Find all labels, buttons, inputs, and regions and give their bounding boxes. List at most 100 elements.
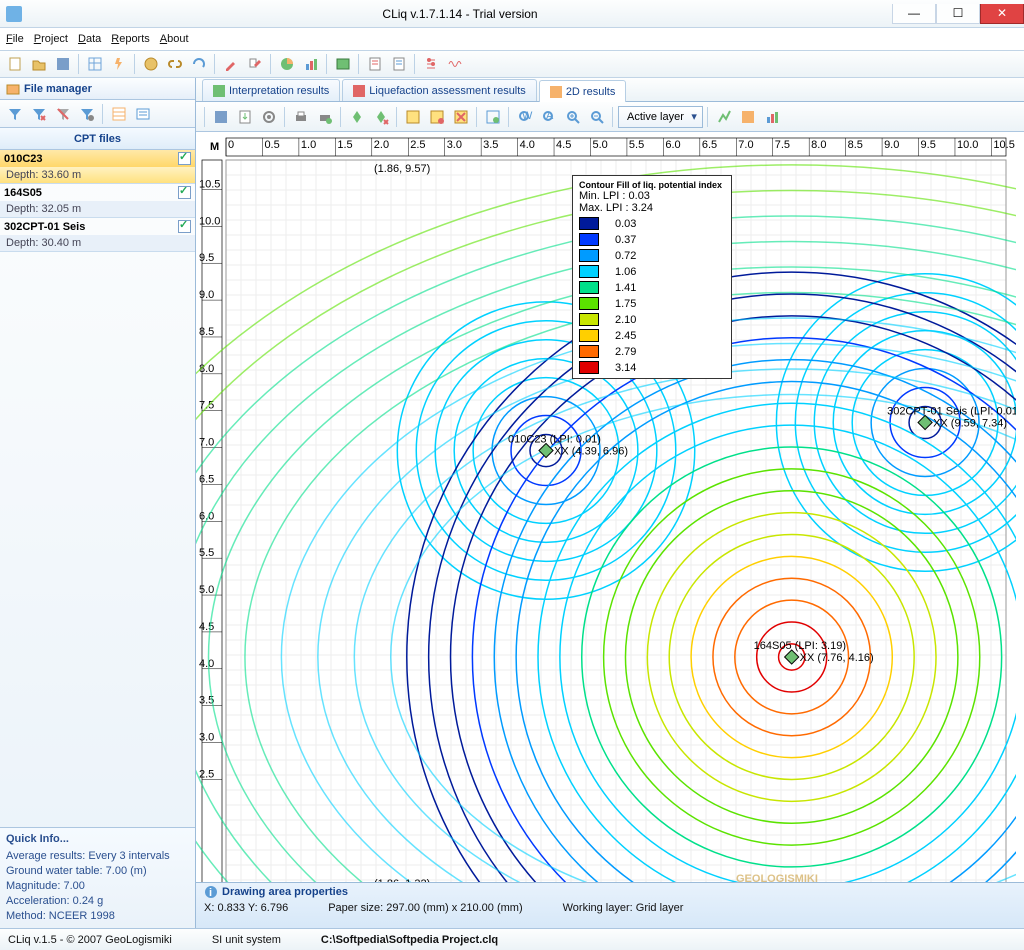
svg-text:302CPT-01 Seis (LPI: 0.01): 302CPT-01 Seis (LPI: 0.01) bbox=[887, 406, 1016, 418]
active-layer-dropdown[interactable]: Active layer bbox=[618, 106, 703, 128]
add-green-icon[interactable] bbox=[346, 106, 368, 128]
minimize-button[interactable]: — bbox=[892, 4, 936, 24]
table-icon[interactable] bbox=[108, 103, 130, 125]
cpt-file-list: 010C23 Depth: 33.60 m 164S05 Depth: 32.0… bbox=[0, 150, 195, 827]
legend-min: Min. LPI : 0.03 bbox=[579, 190, 725, 202]
filter1-icon[interactable] bbox=[4, 103, 26, 125]
svg-text:(1.86, 9.57): (1.86, 9.57) bbox=[374, 163, 430, 175]
results-pane: Interpretation results Liquefaction asse… bbox=[196, 78, 1024, 928]
tab-2d-results[interactable]: 2D results bbox=[539, 80, 627, 102]
list-icon[interactable] bbox=[132, 103, 154, 125]
results-tabs: Interpretation results Liquefaction asse… bbox=[196, 78, 1024, 102]
menu-project[interactable]: Project bbox=[34, 33, 68, 45]
svg-text:10.5: 10.5 bbox=[993, 139, 1014, 151]
contour-plot[interactable]: M 00.51.01.52.02.53.03.54.04.55.05.56.06… bbox=[196, 132, 1024, 882]
svg-text:XX (7.76, 4.16): XX (7.76, 4.16) bbox=[800, 652, 874, 664]
tab-liquefaction[interactable]: Liquefaction assessment results bbox=[342, 79, 537, 101]
save-icon[interactable] bbox=[52, 53, 74, 75]
cpt-item[interactable]: 164S05 Depth: 32.05 m bbox=[0, 184, 195, 218]
duplicate-edit-icon[interactable] bbox=[244, 53, 266, 75]
cpt-item[interactable]: 010C23 Depth: 33.60 m bbox=[0, 150, 195, 184]
chart-type1-icon[interactable] bbox=[713, 106, 735, 128]
svg-text:9.5: 9.5 bbox=[921, 139, 936, 151]
bar-chart-icon[interactable] bbox=[300, 53, 322, 75]
plot-toolbar: W A Active layer bbox=[196, 102, 1024, 132]
checkbox-icon[interactable] bbox=[178, 220, 191, 233]
grid-icon[interactable] bbox=[84, 53, 106, 75]
report-icon[interactable] bbox=[364, 53, 386, 75]
svg-text:8.5: 8.5 bbox=[848, 139, 863, 151]
report2-icon[interactable] bbox=[388, 53, 410, 75]
svg-text:3.5: 3.5 bbox=[483, 139, 498, 151]
window-title: CLiq v.1.7.1.14 - Trial version bbox=[28, 7, 892, 21]
zoom-out-icon[interactable] bbox=[586, 106, 608, 128]
svg-text:A: A bbox=[546, 110, 554, 122]
svg-text:(1.86, 1.32): (1.86, 1.32) bbox=[374, 878, 430, 882]
svg-text:4.0: 4.0 bbox=[199, 658, 214, 670]
menu-data[interactable]: Data bbox=[78, 33, 101, 45]
open-file-icon[interactable] bbox=[28, 53, 50, 75]
settings-icon[interactable] bbox=[258, 106, 280, 128]
pie-chart-icon[interactable] bbox=[276, 53, 298, 75]
slider-icon[interactable] bbox=[420, 53, 442, 75]
svg-text:XX (9.59, 7.34): XX (9.59, 7.34) bbox=[933, 418, 1007, 430]
layer-red-icon[interactable] bbox=[426, 106, 448, 128]
tab-interpretation[interactable]: Interpretation results bbox=[202, 79, 340, 101]
maximize-button[interactable]: ☐ bbox=[936, 4, 980, 24]
status-copyright: CLiq v.1.5 - © 2007 GeoLogismiki bbox=[8, 934, 172, 946]
cpt-name: 302CPT-01 Seis bbox=[4, 221, 85, 233]
menu-about[interactable]: About bbox=[160, 33, 189, 45]
coin-icon[interactable] bbox=[140, 53, 162, 75]
layer-yellow-icon[interactable] bbox=[402, 106, 424, 128]
zoom-all-icon[interactable]: A bbox=[538, 106, 560, 128]
remove-green-icon[interactable] bbox=[370, 106, 392, 128]
svg-text:7.0: 7.0 bbox=[199, 437, 214, 449]
zoom-window-icon[interactable]: W bbox=[514, 106, 536, 128]
lightning-icon[interactable] bbox=[108, 53, 130, 75]
svg-text:6.5: 6.5 bbox=[199, 473, 214, 485]
zoom-in-icon[interactable] bbox=[562, 106, 584, 128]
link-icon[interactable] bbox=[164, 53, 186, 75]
checkbox-icon[interactable] bbox=[178, 152, 191, 165]
svg-text:5.0: 5.0 bbox=[199, 584, 214, 596]
svg-text:9.5: 9.5 bbox=[199, 252, 214, 264]
file-manager-panel: File manager CPT files 010C23 Depth: 33.… bbox=[0, 78, 196, 928]
export-icon[interactable] bbox=[234, 106, 256, 128]
chart-type2-icon[interactable] bbox=[737, 106, 759, 128]
cpt-item[interactable]: 302CPT-01 Seis Depth: 30.40 m bbox=[0, 218, 195, 252]
svg-text:6.5: 6.5 bbox=[702, 139, 717, 151]
wave-icon[interactable] bbox=[444, 53, 466, 75]
cpt-name: 164S05 bbox=[4, 187, 42, 199]
svg-text:W: W bbox=[522, 110, 533, 122]
quick-info-method: Method: NCEER 1998 bbox=[6, 909, 189, 924]
close-button[interactable]: ✕ bbox=[980, 4, 1024, 24]
svg-text:GEOLOGISMIKI: GEOLOGISMIKI bbox=[736, 873, 818, 882]
titlebar: CLiq v.1.7.1.14 - Trial version — ☐ ✕ bbox=[0, 0, 1024, 28]
filter-clear-icon[interactable] bbox=[52, 103, 74, 125]
checkbox-icon[interactable] bbox=[178, 186, 191, 199]
main-toolbar bbox=[0, 50, 1024, 78]
print-preview-icon[interactable] bbox=[314, 106, 336, 128]
menu-reports[interactable]: Reports bbox=[111, 33, 150, 45]
menubar: File Project Data Reports About bbox=[0, 28, 1024, 50]
filter-remove-icon[interactable] bbox=[28, 103, 50, 125]
filter-settings-icon[interactable] bbox=[76, 103, 98, 125]
quick-info-avg: Average results: Every 3 intervals bbox=[6, 849, 189, 864]
chart-type3-icon[interactable] bbox=[761, 106, 783, 128]
svg-text:M: M bbox=[210, 141, 219, 153]
edit-icon[interactable] bbox=[220, 53, 242, 75]
quick-info-acc: Acceleration: 0.24 g bbox=[6, 894, 189, 909]
svg-text:4.0: 4.0 bbox=[520, 139, 535, 151]
menu-file[interactable]: File bbox=[6, 33, 24, 45]
svg-text:0.5: 0.5 bbox=[264, 139, 279, 151]
new-file-icon[interactable] bbox=[4, 53, 26, 75]
dap-paper: Paper size: 297.00 (mm) x 210.00 (mm) bbox=[328, 902, 522, 914]
layer-delete-icon[interactable] bbox=[450, 106, 472, 128]
map-icon[interactable] bbox=[332, 53, 354, 75]
zoom-fit-icon[interactable] bbox=[482, 106, 504, 128]
svg-text:164S05 (LPI: 3.19): 164S05 (LPI: 3.19) bbox=[754, 640, 846, 652]
print-icon[interactable] bbox=[290, 106, 312, 128]
svg-text:2.5: 2.5 bbox=[410, 139, 425, 151]
refresh-icon[interactable] bbox=[188, 53, 210, 75]
save-plot-icon[interactable] bbox=[210, 106, 232, 128]
